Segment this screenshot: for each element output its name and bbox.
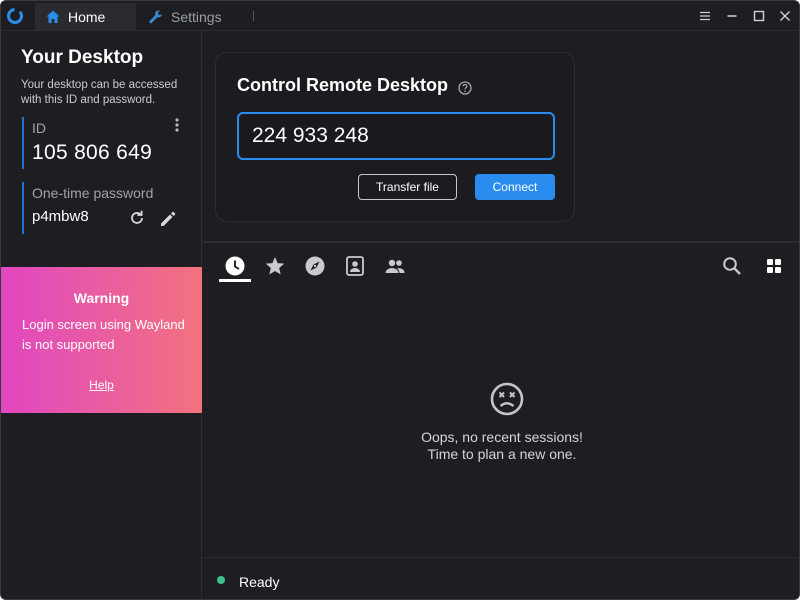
tab-discovered[interactable] bbox=[299, 253, 331, 282]
search-icon[interactable] bbox=[721, 255, 743, 277]
close-button[interactable] bbox=[776, 7, 794, 25]
tab-address-book[interactable] bbox=[339, 253, 371, 282]
people-icon bbox=[385, 259, 405, 273]
status-text: Ready bbox=[239, 574, 280, 590]
help-icon[interactable] bbox=[458, 81, 472, 95]
maximize-button[interactable] bbox=[750, 7, 768, 25]
more-options-icon[interactable] bbox=[170, 117, 184, 133]
tab-home[interactable]: Home bbox=[35, 3, 136, 30]
grid-view-icon[interactable] bbox=[763, 255, 785, 277]
control-title: Control Remote Desktop bbox=[237, 75, 449, 95]
clock-icon bbox=[225, 256, 245, 276]
empty-message-line2: Time to plan a new one. bbox=[427, 446, 577, 462]
your-desktop-title: Your Desktop bbox=[21, 47, 144, 68]
password-label: One-time password bbox=[32, 185, 154, 201]
close-icon bbox=[780, 11, 790, 21]
warning-title: Warning bbox=[73, 290, 130, 306]
warning-text: Login screen using Wayland is not suppor… bbox=[22, 317, 185, 352]
minimize-button[interactable] bbox=[723, 7, 741, 25]
edit-icon[interactable] bbox=[158, 209, 178, 229]
wayland-warning: Warning Login screen using Wayland is no… bbox=[1, 267, 202, 413]
password-field: One-time password p4mbw8 bbox=[22, 182, 192, 234]
control-remote-desktop-card: Control Remote Desktop Transfer file Con… bbox=[215, 52, 575, 222]
tab-home-label: Home bbox=[68, 8, 106, 25]
app-logo-icon bbox=[7, 8, 23, 24]
status-indicator bbox=[217, 576, 225, 584]
title-bar: Home Settings bbox=[1, 1, 799, 31]
your-desktop-panel: Your Desktop Your desktop can be accesse… bbox=[1, 31, 202, 599]
main-area: Control Remote Desktop Transfer file Con… bbox=[203, 31, 799, 599]
empty-sessions-message: Oops, no recent sessions! Time to plan a… bbox=[203, 429, 799, 463]
connect-button[interactable]: Connect bbox=[475, 174, 555, 200]
tab-settings-label: Settings bbox=[171, 8, 222, 25]
help-link[interactable]: Help bbox=[1, 378, 202, 392]
star-icon bbox=[265, 257, 285, 275]
tab-separator bbox=[253, 11, 254, 21]
home-icon bbox=[46, 10, 60, 23]
menu-button[interactable] bbox=[696, 7, 714, 25]
contact-card-icon bbox=[346, 256, 364, 276]
id-field: ID 105 806 649 bbox=[22, 117, 192, 169]
transfer-file-button[interactable]: Transfer file bbox=[358, 174, 457, 200]
compass-icon bbox=[305, 256, 325, 276]
id-value[interactable]: 105 806 649 bbox=[32, 141, 192, 165]
remote-id-input[interactable] bbox=[237, 112, 555, 160]
tab-recent-sessions[interactable] bbox=[219, 253, 251, 282]
maximize-icon bbox=[753, 10, 765, 22]
id-label: ID bbox=[32, 120, 46, 136]
menu-icon bbox=[700, 11, 710, 21]
tab-group[interactable] bbox=[379, 253, 411, 282]
empty-message-line1: Oops, no recent sessions! bbox=[421, 429, 583, 445]
section-divider bbox=[203, 241, 799, 243]
wrench-icon bbox=[149, 10, 162, 23]
app-window: Home Settings Your Desktop Your desktop … bbox=[0, 0, 800, 600]
tab-settings[interactable]: Settings bbox=[138, 3, 253, 30]
status-bar: Ready bbox=[203, 557, 799, 599]
minimize-icon bbox=[727, 15, 737, 17]
sad-face-icon bbox=[490, 382, 524, 416]
refresh-icon[interactable] bbox=[128, 209, 146, 227]
your-desktop-description: Your desktop can be accessed with this I… bbox=[21, 79, 178, 106]
tab-favorites[interactable] bbox=[259, 253, 291, 282]
